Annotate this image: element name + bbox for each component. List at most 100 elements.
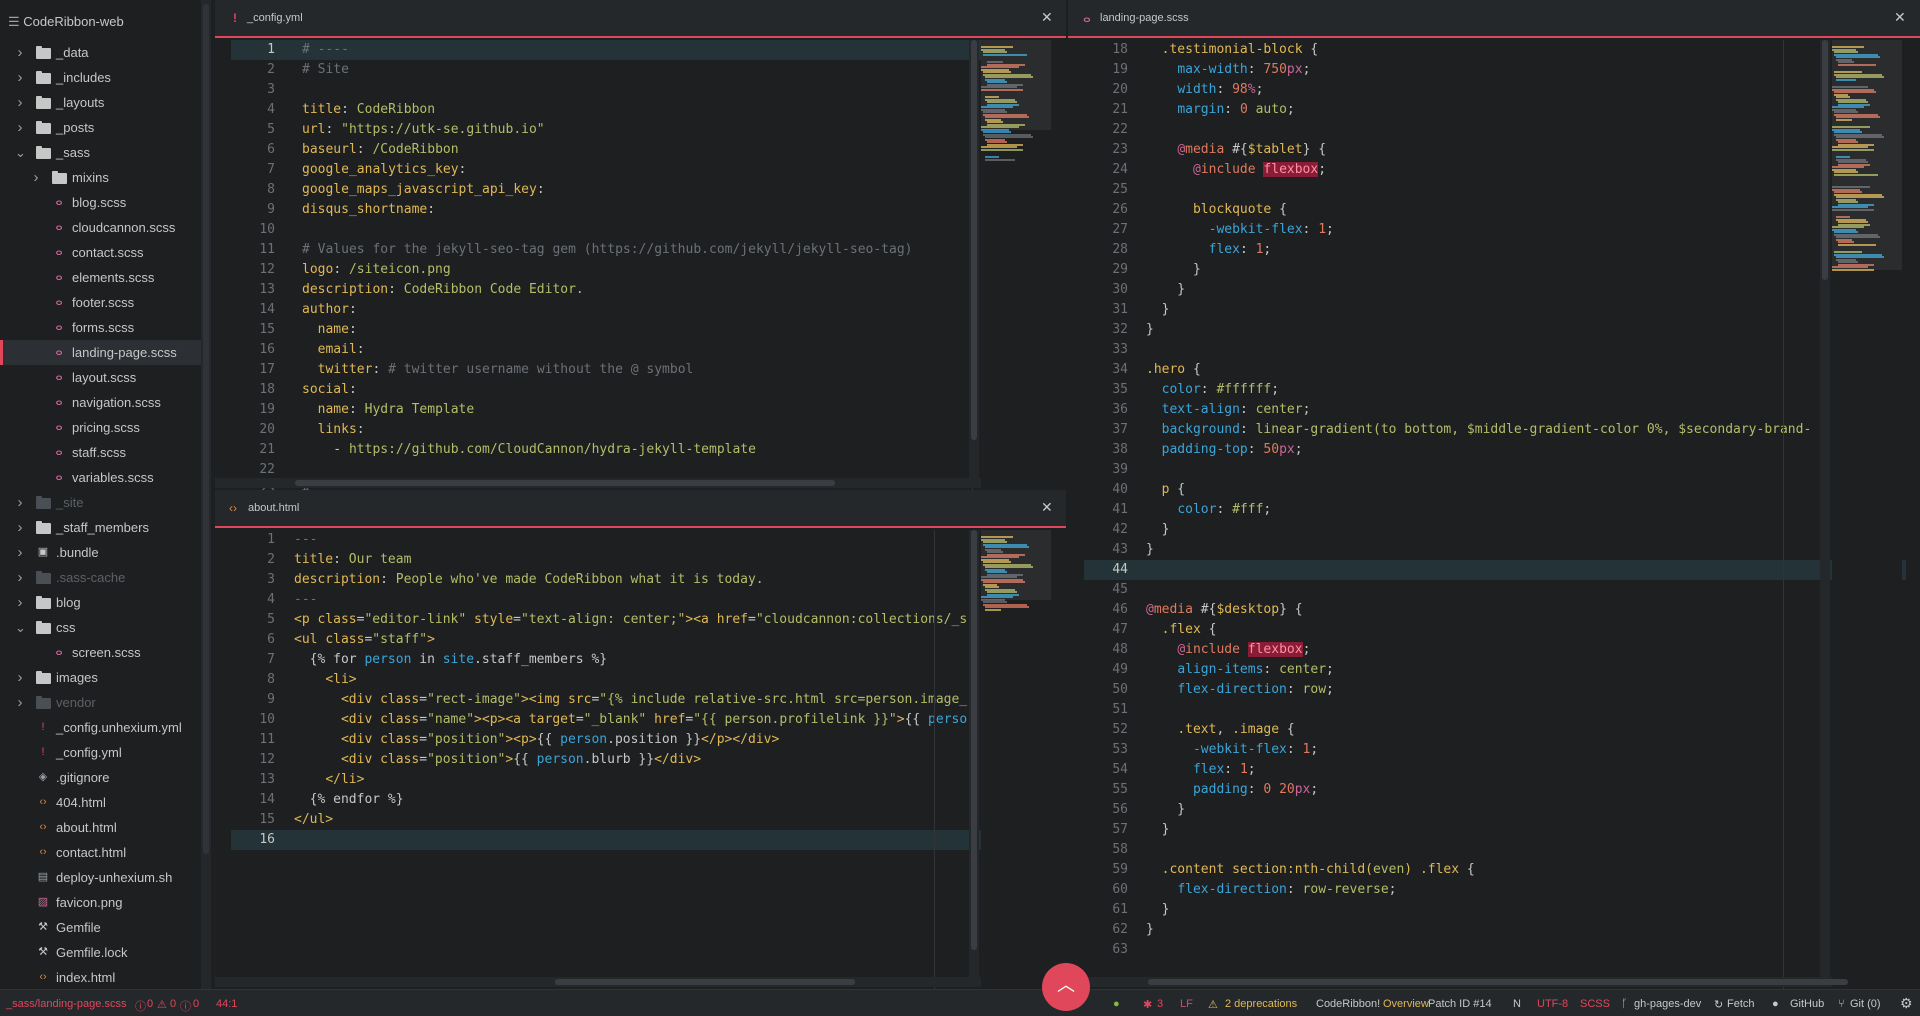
line-number-gutter[interactable]: 1 2 3 4 5 6 7 8 9 10 11 12 13 14 15 16 (215, 530, 293, 850)
chevron-right-icon[interactable]: › (15, 690, 25, 715)
tree-file-item[interactable]: ⴰ layout.scss (0, 365, 201, 390)
tree-file-item[interactable]: ⚒ Gemfile.lock (0, 940, 201, 965)
code-line[interactable]: <ul class="staff"> (294, 630, 982, 650)
code-line[interactable]: } (1146, 280, 1906, 300)
horizontal-scrollbar-thumb[interactable] (555, 979, 855, 985)
tree-folder-item[interactable]: › _data (0, 40, 201, 65)
tree-file-item[interactable]: ‹› contact.html (0, 840, 201, 865)
code-line[interactable]: color: #ffffff; (1146, 380, 1906, 400)
tree-folder-item[interactable]: › _staff_members (0, 515, 201, 540)
tree-folder-item[interactable]: › _includes (0, 65, 201, 90)
code-line[interactable]: <div class="position">{{ person.blurb }}… (294, 750, 982, 770)
minimap[interactable] (981, 530, 1051, 977)
code-line[interactable]: <div class="name"><p><a target="_blank" … (294, 710, 982, 730)
code-line[interactable]: <li> (294, 670, 982, 690)
code-line[interactable]: disqus_shortname: (302, 200, 982, 220)
code-line[interactable]: } (1146, 820, 1906, 840)
code-line[interactable]: </li> (294, 770, 982, 790)
github-button[interactable]: GitHub (1790, 998, 1824, 1010)
code-text[interactable]: --- title: Our team description: People wh… (294, 530, 982, 850)
settings-gear-icon[interactable]: ⚙ (1900, 995, 1913, 1012)
code-line[interactable]: - https://github.com/CloudCannon/hydra-j… (302, 440, 982, 460)
chevron-right-icon[interactable]: › (15, 590, 25, 615)
code-line[interactable]: } (1146, 900, 1906, 920)
chevron-right-icon[interactable]: › (15, 665, 25, 690)
code-line[interactable]: description: CodeRibbon Code Editor. (302, 280, 982, 300)
close-tab-icon[interactable]: ✕ (1894, 9, 1906, 26)
coderibbon-status[interactable]: CodeRibbon! (1316, 998, 1380, 1010)
tree-folder-item[interactable]: › _posts (0, 115, 201, 140)
code-line[interactable]: background: linear-gradient(to bottom, $… (1146, 420, 1906, 440)
code-line[interactable]: title: CodeRibbon (302, 100, 982, 120)
status-file-path[interactable]: _sass/landing-page.scss (6, 998, 126, 1010)
code-line[interactable] (294, 830, 982, 850)
chevron-right-icon[interactable]: › (15, 40, 25, 65)
vertical-scrollbar-thumb[interactable] (971, 530, 977, 950)
tab-config-yml[interactable]: _config.yml (247, 12, 303, 24)
tree-file-item[interactable]: ⴰ blog.scss (0, 190, 201, 215)
minimap-visible-region[interactable] (1832, 40, 1902, 270)
git-button[interactable]: Git (0) (1850, 998, 1881, 1010)
code-line[interactable]: twitter: # twitter username without the … (302, 360, 982, 380)
coderibbon-toggle-button[interactable]: ︿ (1042, 963, 1090, 1011)
code-line[interactable]: flex: 1; (1146, 760, 1906, 780)
code-line[interactable]: .content section:nth-child(even) .flex { (1146, 860, 1906, 880)
tree-file-item[interactable]: ! _config.yml (0, 740, 201, 765)
chevron-right-icon[interactable]: › (15, 115, 25, 140)
tree-folder-item[interactable]: › blog (0, 590, 201, 615)
minimap-visible-region[interactable] (981, 530, 1051, 600)
tree-scrollbar-thumb[interactable] (203, 4, 209, 854)
tree-file-item[interactable]: ⴰ pricing.scss (0, 415, 201, 440)
code-line[interactable]: p { (1146, 480, 1906, 500)
close-tab-icon[interactable]: ✕ (1041, 9, 1053, 26)
code-line[interactable]: name: Hydra Template (302, 400, 982, 420)
code-line[interactable]: } (1146, 540, 1906, 560)
tree-file-item[interactable]: ! _config.unhexium.yml (0, 715, 201, 740)
code-line[interactable]: {% endfor %} (294, 790, 982, 810)
code-line[interactable]: @include flexbox; (1146, 160, 1906, 180)
code-line[interactable]: <div class="position"><p>{{ person.posit… (294, 730, 982, 750)
tree-file-item[interactable]: ⴰ staff.scss (0, 440, 201, 465)
code-line[interactable]: -webkit-flex: 1; (1146, 220, 1906, 240)
code-line[interactable]: social: (302, 380, 982, 400)
code-line[interactable]: -webkit-flex: 1; (1146, 740, 1906, 760)
code-line[interactable]: --- (294, 590, 982, 610)
chevron-right-icon[interactable]: › (15, 540, 25, 565)
deprecations[interactable]: 2 deprecations (1225, 998, 1297, 1010)
warning-count[interactable]: 0 (170, 998, 176, 1010)
error-count[interactable]: 0 (147, 998, 153, 1010)
code-line[interactable]: max-width: 750px; (1146, 60, 1906, 80)
chevron-right-icon[interactable]: › (31, 165, 41, 190)
code-line[interactable]: text-align: center; (1146, 400, 1906, 420)
tree-file-item[interactable]: ⴰ landing-page.scss (0, 340, 201, 365)
code-line[interactable]: flex-direction: row-reverse; (1146, 880, 1906, 900)
code-line[interactable] (302, 220, 982, 240)
line-number-gutter[interactable]: 18 19 20 21 22 23 24 25 26 27 28 29 30 31 32 33 34 35 36 37… (1068, 40, 1146, 960)
code-line[interactable] (1146, 560, 1906, 580)
code-line[interactable]: padding: 0 20px; (1146, 780, 1906, 800)
horizontal-scrollbar-thumb[interactable] (295, 480, 835, 486)
code-line[interactable]: flex-direction: row; (1146, 680, 1906, 700)
minimap[interactable] (1832, 40, 1902, 977)
tree-folder-item[interactable]: › _site (0, 490, 201, 515)
code-line[interactable]: } (1146, 920, 1906, 940)
code-line[interactable]: margin: 0 auto; (1146, 100, 1906, 120)
tree-file-item[interactable]: ⴰ navigation.scss (0, 390, 201, 415)
git-branch[interactable]: gh-pages-dev (1634, 998, 1701, 1010)
code-line[interactable] (302, 460, 982, 480)
fetch-button[interactable]: Fetch (1727, 998, 1755, 1010)
code-line[interactable]: --- (294, 530, 982, 550)
code-line[interactable]: .flex { (1146, 620, 1906, 640)
code-line[interactable]: links: (302, 420, 982, 440)
code-line[interactable]: baseurl: /CodeRibbon (302, 140, 982, 160)
code-line[interactable]: name: (302, 320, 982, 340)
minimap-visible-region[interactable] (981, 40, 1051, 130)
code-line[interactable] (1146, 180, 1906, 200)
tree-file-item[interactable]: ⴰ contact.scss (0, 240, 201, 265)
code-line[interactable]: author: (302, 300, 982, 320)
tree-file-item[interactable]: ⴰ forms.scss (0, 315, 201, 340)
code-line[interactable]: google_analytics_key: (302, 160, 982, 180)
code-line[interactable] (1146, 700, 1906, 720)
editor-pane-config[interactable]: ! _config.yml ✕ 1 2 3 4 5 6 7 8 9 10 11 12 13 14 15 16 1… (215, 0, 1066, 490)
code-line[interactable]: .text, .image { (1146, 720, 1906, 740)
